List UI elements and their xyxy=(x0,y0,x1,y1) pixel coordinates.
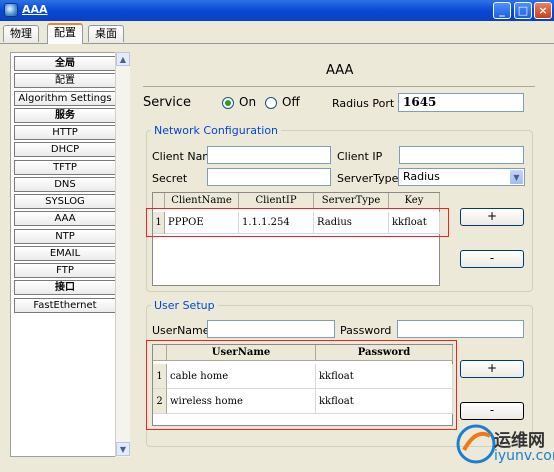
minimize-button[interactable]: _ xyxy=(493,2,511,19)
secret-input[interactable] xyxy=(207,168,331,186)
close-button[interactable]: × xyxy=(534,2,552,19)
remove-client-button[interactable]: - xyxy=(460,250,524,268)
watermark-logo-icon xyxy=(456,424,496,464)
chevron-down-icon[interactable]: ▼ xyxy=(509,169,524,185)
tab-physical[interactable]: 物理 xyxy=(3,25,39,42)
service-on-label: On xyxy=(239,95,257,109)
sidebar-item[interactable]: 全局 xyxy=(14,56,116,71)
add-user-button[interactable]: + xyxy=(460,360,524,378)
watermark: 运维网 iyunv.com xyxy=(452,418,554,470)
service-on-radio[interactable] xyxy=(222,97,234,109)
server-type-label: ServerType xyxy=(337,172,399,185)
sidebar-item[interactable]: DNS xyxy=(14,176,116,192)
column-header[interactable]: ClientIP xyxy=(239,193,314,209)
page-title: AAA xyxy=(326,63,354,78)
sidebar-scrollbar[interactable]: ▲ ▼ xyxy=(115,52,130,457)
column-header[interactable]: ServerType xyxy=(314,193,389,209)
password-label: Password xyxy=(340,324,392,337)
service-label: Service xyxy=(143,95,192,110)
title-bar xyxy=(0,0,554,21)
sidebar-item[interactable]: NTP xyxy=(14,228,116,244)
tab-divider xyxy=(0,43,554,44)
sidebar-item[interactable]: 服务 xyxy=(14,107,116,123)
sidebar-item[interactable]: HTTP xyxy=(14,125,116,140)
table-corner xyxy=(153,193,165,209)
maximize-button[interactable]: □ xyxy=(514,2,532,19)
window-title: AAA xyxy=(22,3,48,16)
server-type-select[interactable]: Radius ▼ xyxy=(398,168,525,186)
sidebar-item[interactable]: EMAIL xyxy=(14,245,116,261)
highlight-box xyxy=(146,340,457,430)
sidebar-item[interactable]: FastEthernet xyxy=(14,297,116,313)
username-input[interactable] xyxy=(207,320,335,338)
service-off-radio[interactable] xyxy=(265,97,277,109)
user-setup-title: User Setup xyxy=(151,299,218,312)
app-icon xyxy=(4,3,18,17)
username-label: UserName xyxy=(152,324,210,337)
sidebar-item[interactable]: TFTP xyxy=(14,159,116,175)
sidebar-item[interactable]: SYSLOG xyxy=(14,194,116,209)
sidebar-item[interactable]: 接口 xyxy=(14,280,116,296)
password-input[interactable] xyxy=(397,320,524,338)
sidebar-item[interactable]: DHCP xyxy=(14,142,116,158)
highlight-box xyxy=(146,208,449,237)
tab-desktop[interactable]: 桌面 xyxy=(88,25,124,42)
radius-port-input[interactable]: 1645 xyxy=(398,93,524,112)
scroll-up-icon[interactable]: ▲ xyxy=(116,52,130,66)
sidebar-item[interactable]: AAA xyxy=(14,211,116,227)
sidebar-item[interactable]: FTP xyxy=(14,263,116,278)
client-ip-input[interactable] xyxy=(399,146,524,164)
client-ip-label: Client IP xyxy=(337,150,383,163)
network-config-title: Network Configuration xyxy=(151,124,282,137)
heading-divider xyxy=(143,86,535,87)
sidebar-item[interactable]: Algorithm Settings xyxy=(14,90,116,106)
tab-strip xyxy=(0,21,554,43)
secret-label: Secret xyxy=(152,172,188,185)
scroll-down-icon[interactable]: ▼ xyxy=(116,442,130,456)
client-name-input[interactable] xyxy=(207,146,331,164)
column-header[interactable]: ClientName xyxy=(165,193,239,209)
sidebar-item[interactable]: 配置 xyxy=(14,73,116,89)
watermark-url: iyunv.com xyxy=(494,448,554,464)
client-table: ClientName ClientIP ServerType Key 1 PPP… xyxy=(152,192,440,286)
server-type-value: Radius xyxy=(403,170,440,183)
add-client-button[interactable]: + xyxy=(460,208,524,226)
tab-config[interactable]: 配置 xyxy=(47,23,83,44)
service-off-label: Off xyxy=(282,95,300,109)
column-header[interactable]: Key xyxy=(389,193,440,209)
radius-port-label: Radius Port xyxy=(332,97,395,110)
